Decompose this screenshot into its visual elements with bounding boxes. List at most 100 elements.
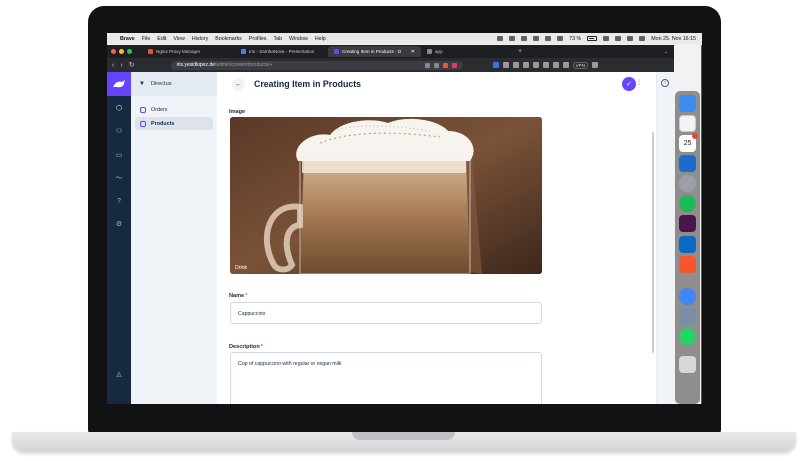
description-textarea[interactable]: Cup of cappuccino with regular or vegan …	[230, 352, 542, 404]
address-bar[interactable]: iris.yesidlopez.de /admin/content/produc…	[170, 60, 463, 70]
menu-edit[interactable]: Edit	[157, 36, 166, 42]
insights-module-icon[interactable]: 〜	[114, 174, 124, 184]
more-options-icon[interactable]: ⋮	[636, 79, 642, 86]
battery-percent: 73 %	[569, 35, 582, 42]
siri-icon[interactable]	[639, 36, 646, 41]
nav-item-label: Orders	[151, 106, 168, 113]
key-icon[interactable]	[424, 62, 430, 68]
spotify-icon[interactable]	[679, 195, 696, 212]
trash-icon[interactable]	[679, 356, 696, 373]
whatsapp-icon[interactable]	[679, 328, 696, 345]
close-window-button[interactable]	[111, 49, 116, 54]
chrome-icon[interactable]	[679, 288, 696, 305]
bluetooth-icon[interactable]	[521, 36, 528, 41]
menu-help[interactable]: Help	[315, 36, 326, 42]
reload-icon[interactable]: ↻	[129, 61, 135, 69]
files-module-icon[interactable]: ▭	[114, 151, 124, 161]
content-module-icon[interactable]: ⬡	[114, 104, 124, 114]
launchpad-icon[interactable]	[679, 115, 696, 132]
tab-favicon-icon	[241, 49, 246, 54]
macos-menubar: Brave File Edit View History Bookmarks P…	[107, 33, 702, 44]
minimize-window-button[interactable]	[119, 49, 124, 54]
image-field-label: Image	[229, 109, 245, 115]
extension-icon[interactable]	[512, 62, 519, 68]
calendar-icon[interactable]: 25	[679, 133, 698, 152]
settings-module-icon[interactable]: ⚙	[114, 220, 124, 230]
users-module-icon[interactable]: ⚇	[114, 127, 124, 137]
back-button[interactable]: ←	[232, 77, 245, 91]
project-logo-icon: ▼	[139, 81, 145, 87]
directus-logo-icon[interactable]	[107, 72, 131, 96]
search-icon[interactable]	[615, 36, 622, 41]
download-icon[interactable]	[532, 62, 539, 68]
new-tab-button[interactable]: +	[518, 48, 522, 55]
status-icon[interactable]	[533, 36, 540, 41]
user-icon[interactable]	[557, 36, 564, 41]
brave-rewards-icon[interactable]	[451, 62, 457, 68]
outlook-icon[interactable]	[679, 155, 696, 172]
finder-icon[interactable]	[679, 95, 696, 112]
page-title: Creating Item in Products	[254, 79, 362, 89]
zoom-window-button[interactable]	[127, 49, 132, 54]
menubar-status-area: 73 % Mon 25. Nov 16:15	[497, 36, 696, 42]
menu-file[interactable]: File	[142, 36, 151, 42]
menu-window[interactable]: Window	[289, 36, 308, 42]
wallet-icon[interactable]	[552, 62, 559, 68]
slack-icon[interactable]	[679, 215, 696, 232]
extension-icon[interactable]	[522, 62, 529, 68]
leo-icon[interactable]	[562, 62, 569, 68]
info-icon[interactable]: i	[661, 79, 669, 87]
url-path: /admin/content/products/+	[214, 62, 273, 68]
tab-label: Nginx Proxy Manager	[156, 49, 201, 54]
tab-label: Creating Item in Products · D	[342, 49, 402, 54]
brave-shields-icon[interactable]	[442, 62, 448, 68]
control-center-icon[interactable]	[627, 36, 634, 41]
vpn-button[interactable]: VPN	[572, 61, 589, 69]
app-icon[interactable]	[679, 308, 696, 325]
browser-tab-active[interactable]: Creating Item in Products · D ✕	[328, 46, 421, 57]
forward-nav-icon[interactable]: ›	[120, 62, 122, 69]
product-image[interactable]: Drink	[230, 117, 542, 274]
menu-app-name[interactable]: Brave	[120, 36, 135, 42]
status-icon[interactable]	[497, 36, 504, 41]
browser-tab[interactable]: Nginx Proxy Manager	[142, 46, 235, 57]
tab-bar: Nginx Proxy Manager Iris - SambaNova - P…	[107, 45, 674, 58]
tab-list-chevron-icon[interactable]: ⌄	[664, 49, 668, 55]
browser-tab[interactable]: app	[421, 46, 514, 57]
sidebar-icon[interactable]	[542, 62, 549, 68]
project-name: Directus	[151, 81, 172, 87]
menu-bookmarks[interactable]: Bookmarks	[215, 36, 242, 42]
cloud-icon[interactable]	[545, 36, 552, 41]
scrollbar[interactable]	[652, 132, 654, 353]
help-module-icon[interactable]: ?	[114, 197, 124, 207]
macos-dock: 25	[675, 91, 700, 404]
menu-view[interactable]: View	[173, 36, 184, 42]
brave-icon[interactable]	[679, 256, 696, 273]
description-field-label: Description*	[229, 344, 263, 350]
back-nav-icon[interactable]: ‹	[112, 62, 114, 69]
save-button[interactable]: ✓	[622, 77, 636, 91]
tab-favicon-icon	[427, 49, 432, 54]
database-icon	[140, 106, 146, 113]
image-label-text: Image	[229, 109, 246, 115]
system-preferences-icon[interactable]	[679, 175, 696, 192]
name-input[interactable]: Cappuccino	[230, 302, 542, 324]
vscode-icon[interactable]	[679, 236, 696, 253]
nav-item-products[interactable]: Products	[135, 117, 213, 130]
extension-icon[interactable]	[492, 62, 499, 68]
browser-tab[interactable]: Iris - SambaNova - Presentation	[235, 46, 328, 57]
menu-history[interactable]: History	[192, 36, 208, 42]
notifications-bell-icon[interactable]: ◬	[114, 370, 124, 380]
share-icon[interactable]	[433, 62, 439, 68]
menu-tab[interactable]: Tab	[273, 36, 282, 42]
menubar-clock[interactable]: Mon 25. Nov 16:15	[651, 36, 696, 42]
wifi-icon[interactable]	[603, 36, 610, 41]
menu-icon[interactable]	[592, 62, 599, 68]
status-icon[interactable]	[509, 36, 516, 41]
project-header[interactable]: ▼ Directus	[131, 72, 217, 96]
close-tab-icon[interactable]: ✕	[411, 49, 415, 55]
nav-item-orders[interactable]: Orders	[135, 103, 213, 116]
battery-icon[interactable]	[587, 36, 598, 41]
extension-icon[interactable]	[502, 62, 509, 68]
menu-profiles[interactable]: Profiles	[249, 36, 267, 42]
